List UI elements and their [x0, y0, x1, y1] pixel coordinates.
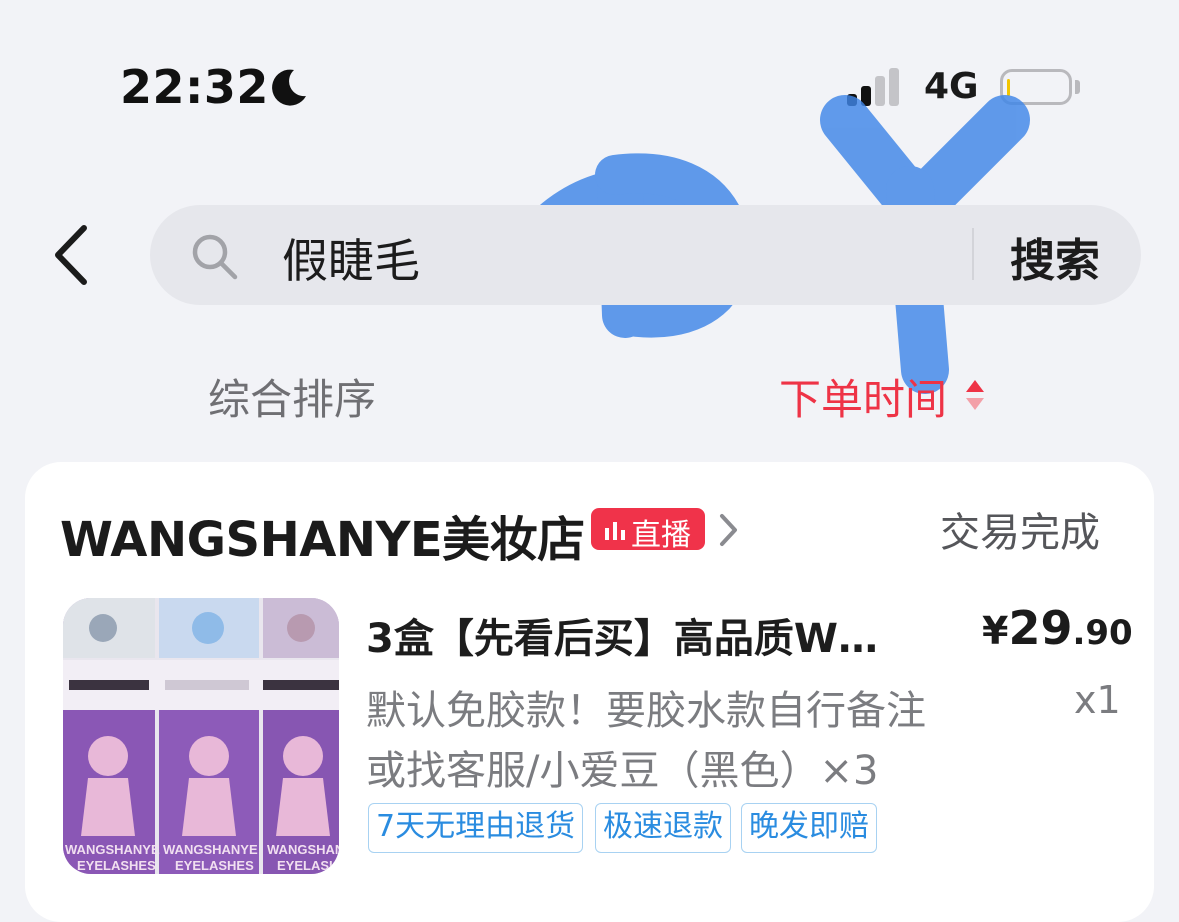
product-thumbnail[interactable]: WANGSHANYE WANGSHANYE WANGSHANYE EYELASH… [63, 598, 339, 874]
network-type: 4G [924, 66, 979, 107]
price-symbol: ¥ [982, 609, 1009, 653]
price-integer: 29 [1008, 601, 1073, 655]
product-spec-line-1: 默认免胶款！要胶水款自行备注 [366, 688, 926, 734]
service-tag-fast-refund: 极速退款 [595, 803, 731, 853]
sort-option-comprehensive[interactable]: 综合排序 [208, 366, 376, 427]
search-input[interactable]: 假睫毛 [282, 225, 420, 291]
search-divider [972, 228, 974, 280]
product-spec-line-2: 或找客服/小爱豆（黑色）×3 [366, 748, 879, 794]
product-title[interactable]: 3盒【先看后买】高品质W… [366, 606, 878, 664]
price-decimal: .90 [1072, 613, 1133, 653]
status-time: 22:32 [120, 60, 269, 114]
battery-cap [1075, 80, 1080, 94]
sort-option-order-time[interactable]: 下单时间 [779, 366, 947, 427]
live-badge[interactable]: 直播 [591, 508, 705, 553]
thumb-sub-text-2: EYELASHES [175, 858, 254, 873]
search-icon [192, 234, 238, 280]
product-quantity: x1 [1074, 678, 1121, 722]
product-price: ¥29.90 [982, 601, 1133, 655]
sort-toggle-icon[interactable] [964, 378, 986, 412]
back-chevron-icon[interactable] [48, 220, 96, 290]
thumb-brand-text-3: WANGSHANYE [267, 842, 339, 857]
live-bars-icon [605, 522, 625, 540]
moon-icon [272, 69, 306, 106]
signal-bars-icon [847, 68, 899, 106]
battery-low-icon [1000, 69, 1072, 105]
product-image: WANGSHANYE WANGSHANYE WANGSHANYE EYELASH… [63, 598, 339, 874]
order-status: 交易完成 [940, 510, 1100, 556]
shop-name[interactable]: WANGSHANYE美妆店 [60, 500, 585, 570]
thumb-sub-text: EYELASHES [77, 858, 156, 873]
live-badge-label: 直播 [631, 518, 691, 553]
service-tag-return: 7天无理由退货 [368, 803, 584, 853]
thumb-brand-text-2: WANGSHANYE [163, 842, 258, 857]
thumb-brand-text: WANGSHANYE [65, 842, 160, 857]
chevron-right-icon[interactable] [716, 510, 740, 550]
service-tag-late-compensation: 晚发即赔 [741, 803, 877, 853]
search-button[interactable]: 搜索 [1010, 224, 1100, 289]
